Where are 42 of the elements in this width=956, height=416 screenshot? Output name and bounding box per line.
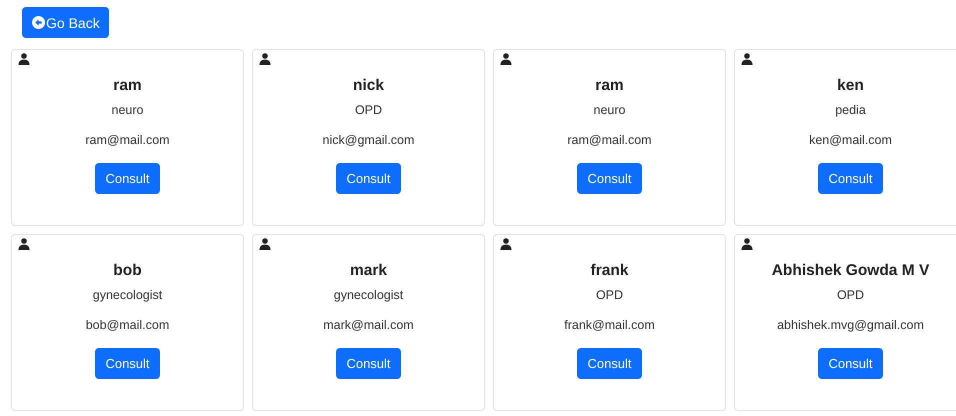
consult-button[interactable]: Consult (577, 348, 642, 379)
user-icon (500, 238, 512, 250)
doctor-name: ken (837, 77, 864, 95)
go-back-button[interactable]: Go Back (22, 7, 109, 38)
user-icon (18, 238, 30, 250)
back-arrow-icon (32, 16, 45, 29)
user-icon (259, 238, 271, 250)
doctor-name: Abhishek Gowda M V (772, 262, 930, 280)
doctor-name: nick (352, 77, 384, 95)
doctor-specialty: neuro (594, 103, 626, 117)
doctor-name: bob (113, 262, 142, 280)
doctor-email: mark@mail.com (323, 318, 414, 332)
user-icon (18, 53, 30, 65)
doctor-specialty: neuro (112, 103, 144, 117)
doctor-name: ram (113, 77, 142, 95)
doctor-email: frank@mail.com (564, 318, 655, 332)
doctor-specialty: OPD (596, 288, 624, 302)
doctor-email: nick@gmail.com (322, 133, 414, 147)
doctor-name: ram (595, 77, 624, 95)
consult-button[interactable]: Consult (95, 163, 160, 194)
user-icon (500, 53, 512, 65)
doctor-specialty: OPD (836, 288, 864, 302)
doctor-email: ram@mail.com (85, 133, 170, 147)
consult-button[interactable]: Consult (336, 163, 401, 194)
consult-button[interactable]: Consult (818, 163, 883, 194)
doctor-email: ken@mail.com (809, 133, 892, 147)
doctor-specialty: pedia (835, 103, 866, 117)
doctor-email: bob@mail.com (86, 318, 170, 332)
consult-button[interactable]: Consult (818, 348, 883, 379)
consult-button[interactable]: Consult (577, 163, 642, 194)
doctor-specialty: gynecologist (334, 288, 404, 302)
doctor-specialty: gynecologist (92, 288, 162, 302)
user-icon (741, 238, 753, 250)
doctor-email: abhishek.mvg@gmail.com (777, 318, 924, 332)
doctor-email: ram@mail.com (567, 133, 652, 147)
doctor-specialty: OPD (354, 103, 382, 117)
consult-button[interactable]: Consult (95, 348, 160, 379)
doctor-name: mark (350, 262, 388, 280)
user-icon (259, 53, 271, 65)
user-icon (741, 53, 753, 65)
doctor-name: frank (590, 262, 628, 280)
consult-button[interactable]: Consult (336, 348, 401, 379)
